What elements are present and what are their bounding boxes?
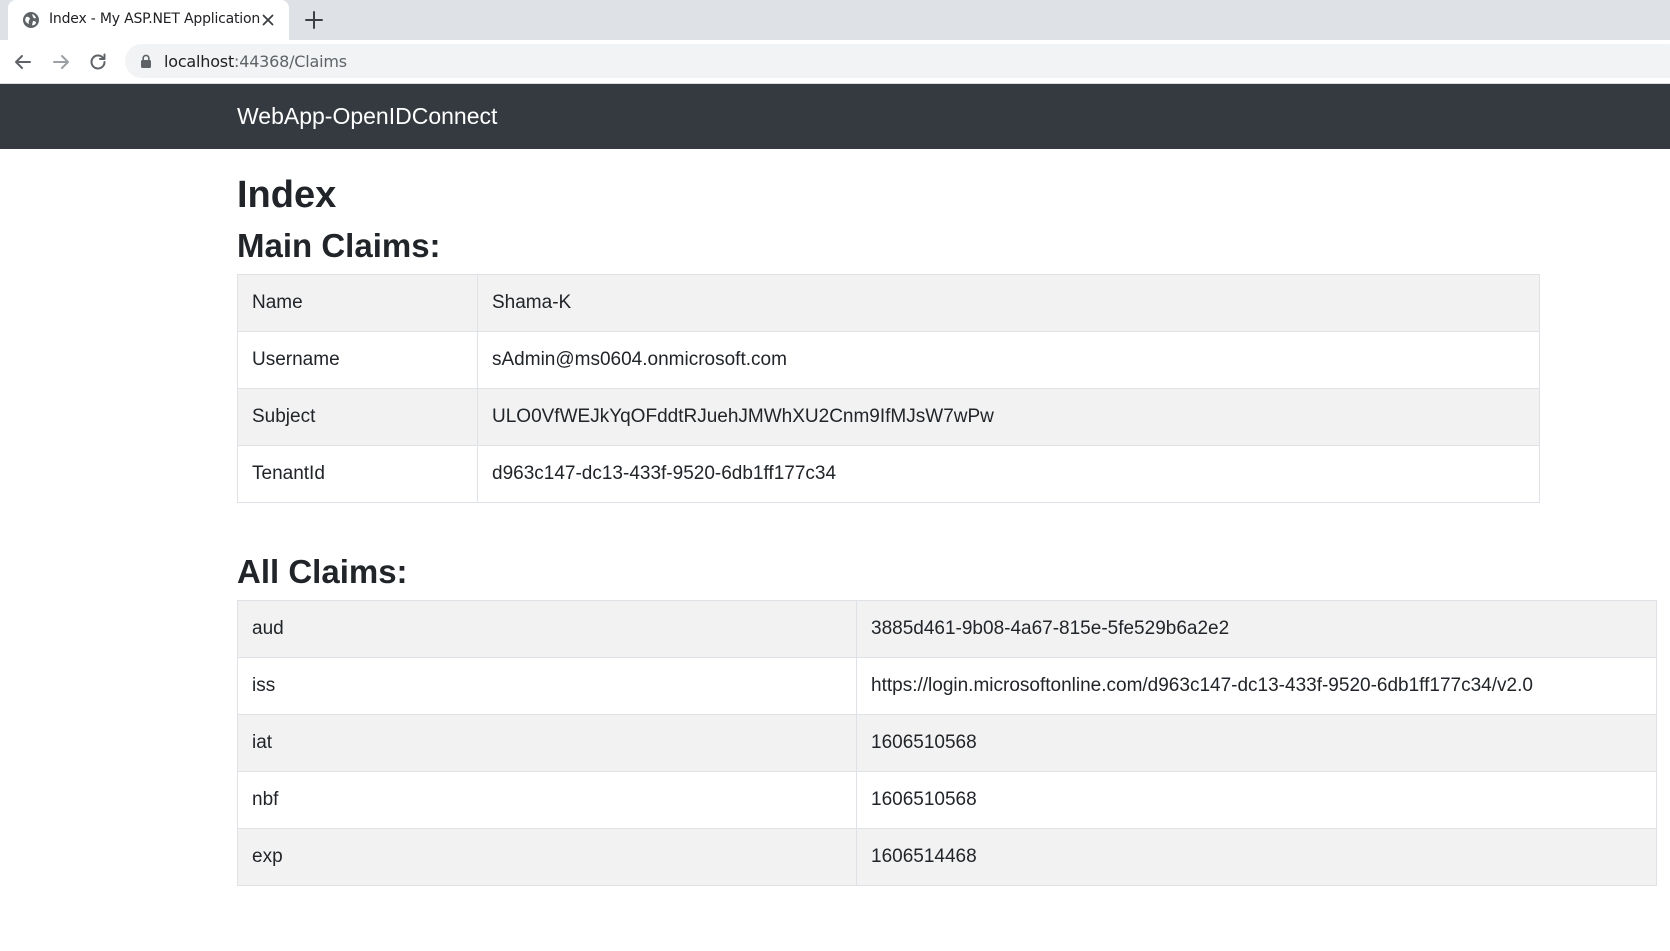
table-row: nbf 1606510568 (237, 771, 1657, 829)
tab-title: Index - My ASP.NET Application (49, 11, 261, 27)
claim-value: 1606514468 (856, 828, 1657, 886)
forward-arrow-icon[interactable] (50, 51, 72, 73)
claim-value: 1606510568 (856, 714, 1657, 772)
browser-tabstrip: Index - My ASP.NET Application (0, 0, 1670, 40)
url-host: localhost (164, 52, 235, 71)
url-text[interactable]: localhost:44368/Claims (164, 52, 347, 71)
navbar-brand[interactable]: WebApp-OpenIDConnect (237, 103, 497, 130)
table-row: exp 1606514468 (237, 828, 1657, 886)
claim-value: 1606510568 (856, 771, 1657, 829)
all-claims-table: aud 3885d461-9b08-4a67-815e-5fe529b6a2e2… (237, 600, 1657, 886)
claim-value: d963c147-dc13-433f-9520-6db1ff177c34 (477, 445, 1540, 503)
claim-value: sAdmin@ms0604.onmicrosoft.com (477, 331, 1540, 389)
claim-key: Name (237, 274, 478, 332)
claim-key: iat (237, 714, 857, 772)
app-navbar: WebApp-OpenIDConnect (0, 84, 1670, 149)
close-icon[interactable] (259, 11, 277, 29)
claim-key: Username (237, 331, 478, 389)
claim-key: nbf (237, 771, 857, 829)
table-row: aud 3885d461-9b08-4a67-815e-5fe529b6a2e2 (237, 600, 1657, 658)
url-path: :44368/Claims (234, 52, 347, 71)
globe-icon (23, 12, 39, 28)
main-claims-heading: Main Claims: (237, 227, 441, 264)
table-row: TenantId d963c147-dc13-433f-9520-6db1ff1… (237, 445, 1540, 503)
browser-toolbar: localhost:44368/Claims (0, 40, 1670, 84)
lock-icon[interactable] (139, 54, 153, 68)
claim-key: aud (237, 600, 857, 658)
claim-key: Subject (237, 388, 478, 446)
claim-key: exp (237, 828, 857, 886)
all-claims-heading: All Claims: (237, 553, 408, 590)
plus-icon[interactable] (304, 10, 324, 30)
claim-value: 3885d461-9b08-4a67-815e-5fe529b6a2e2 (856, 600, 1657, 658)
claim-value: Shama-K (477, 274, 1540, 332)
claim-key: TenantId (237, 445, 478, 503)
claim-key: iss (237, 657, 857, 715)
reload-icon[interactable] (87, 51, 109, 73)
main-claims-table: Name Shama-K Username sAdmin@ms0604.onmi… (237, 274, 1540, 503)
address-bar[interactable]: localhost:44368/Claims (125, 44, 1670, 78)
claim-value: https://login.microsoftonline.com/d963c1… (856, 657, 1657, 715)
browser-tab[interactable]: Index - My ASP.NET Application (8, 0, 289, 40)
table-row: Name Shama-K (237, 274, 1540, 332)
table-row: iss https://login.microsoftonline.com/d9… (237, 657, 1657, 715)
page-title: Index (237, 174, 337, 216)
table-row: Subject ULO0VfWEJkYqOFddtRJuehJMWhXU2Cnm… (237, 388, 1540, 446)
back-arrow-icon[interactable] (12, 51, 34, 73)
claim-value: ULO0VfWEJkYqOFddtRJuehJMWhXU2Cnm9IfMJsW7… (477, 388, 1540, 446)
table-row: Username sAdmin@ms0604.onmicrosoft.com (237, 331, 1540, 389)
table-row: iat 1606510568 (237, 714, 1657, 772)
